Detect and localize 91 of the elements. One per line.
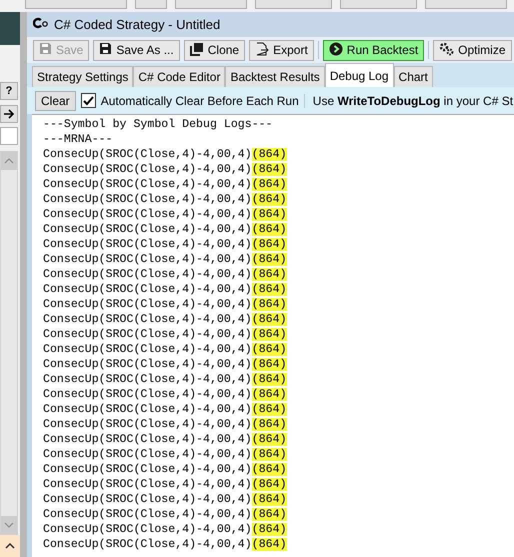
highlighted-count: (864) xyxy=(252,538,287,551)
scroll-down-icon xyxy=(4,522,14,528)
highlighted-count: (864) xyxy=(252,343,287,356)
log-text: ConsecUp(SROC(Close,4)-4,00,4) xyxy=(43,358,252,371)
toolbar-button[interactable] xyxy=(175,0,247,9)
highlighted-count: (864) xyxy=(252,238,287,251)
arrow-button[interactable] xyxy=(0,105,18,123)
log-text: ConsecUp(SROC(Close,4)-4,00,4) xyxy=(43,433,252,446)
log-text: ConsecUp(SROC(Close,4)-4,00,4) xyxy=(43,523,252,536)
highlighted-count: (864) xyxy=(252,298,287,311)
window-title: C# Coded Strategy - Untitled xyxy=(54,17,220,32)
log-text: ConsecUp(SROC(Close,4)-4,00,4) xyxy=(43,373,252,386)
highlighted-count: (864) xyxy=(252,508,287,521)
scroll-up-icon xyxy=(4,158,14,164)
highlighted-count: (864) xyxy=(252,223,287,236)
highlighted-count: (864) xyxy=(252,418,287,431)
gears-icon xyxy=(439,42,454,56)
log-text: ---MRNA--- xyxy=(43,133,113,146)
export-icon xyxy=(255,42,270,56)
highlighted-count: (864) xyxy=(252,328,287,341)
highlighted-count: (864) xyxy=(252,493,287,506)
log-text: ConsecUp(SROC(Close,4)-4,00,4) xyxy=(43,463,252,476)
log-text: ConsecUp(SROC(Close,4)-4,00,4) xyxy=(43,193,252,206)
log-text: ConsecUp(SROC(Close,4)-4,00,4) xyxy=(43,298,252,311)
highlighted-count: (864) xyxy=(252,148,287,161)
log-text: ConsecUp(SROC(Close,4)-4,00,4) xyxy=(43,538,252,551)
log-text: ConsecUp(SROC(Close,4)-4,00,4) xyxy=(43,343,252,356)
arrow-icon xyxy=(3,109,15,119)
toolbar-button[interactable] xyxy=(255,0,332,9)
checkbox[interactable] xyxy=(80,93,96,108)
panel-header xyxy=(0,12,20,45)
highlighted-count: (864) xyxy=(252,313,287,326)
highlighted-count: (864) xyxy=(252,253,287,266)
checkbox-label: Automatically Clear Before Each Run xyxy=(100,94,299,108)
log-text: ConsecUp(SROC(Close,4)-4,00,4) xyxy=(43,313,252,326)
play-circle-icon xyxy=(328,42,343,56)
log-text: ConsecUp(SROC(Close,4)-4,00,4) xyxy=(43,508,252,521)
tab[interactable]: Strategy Settings xyxy=(32,66,134,87)
highlighted-count: (864) xyxy=(252,178,287,191)
highlighted-count: (864) xyxy=(252,403,287,416)
input-field[interactable] xyxy=(0,127,18,145)
save-button[interactable]: Save As ... xyxy=(93,40,180,60)
highlighted-count: (864) xyxy=(252,463,287,476)
tab[interactable]: Backtest Results xyxy=(225,66,325,87)
clone-button[interactable]: Clone xyxy=(184,40,246,60)
clear-button[interactable]: Clear xyxy=(35,90,76,110)
highlighted-count: (864) xyxy=(252,208,287,221)
highlighted-count: (864) xyxy=(252,268,287,281)
toolbar-button[interactable] xyxy=(135,0,167,9)
tab[interactable]: Debug Log xyxy=(324,63,394,87)
highlighted-count: (864) xyxy=(252,373,287,386)
log-text: ConsecUp(SROC(Close,4)-4,00,4) xyxy=(43,178,252,191)
log-text: ConsecUp(SROC(Close,4)-4,00,4) xyxy=(43,388,252,401)
log-text: ConsecUp(SROC(Close,4)-4,00,4) xyxy=(43,223,252,236)
scrollbar[interactable] xyxy=(0,151,18,535)
log-text: ConsecUp(SROC(Close,4)-4,00,4) xyxy=(43,148,252,161)
highlighted-count: (864) xyxy=(252,358,287,371)
log-text: ConsecUp(SROC(Close,4)-4,00,4) xyxy=(43,478,252,491)
highlighted-count: (864) xyxy=(252,523,287,536)
log-text: ---Symbol by Symbol Debug Logs--- xyxy=(43,118,273,131)
log-text: ConsecUp(SROC(Close,4)-4,00,4) xyxy=(43,448,252,461)
log-text: ConsecUp(SROC(Close,4)-4,00,4) xyxy=(43,493,252,506)
hint-text: Use WriteToDebugLog in your C# St xyxy=(304,94,514,108)
help-button[interactable]: ? xyxy=(0,82,18,100)
log-text: ConsecUp(SROC(Close,4)-4,00,4) xyxy=(43,163,252,176)
log-text: ConsecUp(SROC(Close,4)-4,00,4) xyxy=(43,253,252,266)
highlighted-count: (864) xyxy=(252,283,287,296)
copy-icon xyxy=(190,42,204,56)
log-text: ConsecUp(SROC(Close,4)-4,00,4) xyxy=(43,208,252,221)
log-text: ConsecUp(SROC(Close,4)-4,00,4) xyxy=(43,328,252,341)
log-text: ConsecUp(SROC(Close,4)-4,00,4) xyxy=(43,268,252,281)
tab[interactable]: Chart xyxy=(394,66,433,87)
log-text: ConsecUp(SROC(Close,4)-4,00,4) xyxy=(43,238,252,251)
log-text: ConsecUp(SROC(Close,4)-4,00,4) xyxy=(43,283,252,296)
toolbar-button[interactable] xyxy=(340,0,417,9)
run-backtest-button[interactable]: Run Backtest xyxy=(322,40,424,60)
log-text: ConsecUp(SROC(Close,4)-4,00,4) xyxy=(43,418,252,431)
highlighted-count: (864) xyxy=(252,448,287,461)
toolbar-button[interactable] xyxy=(425,0,507,9)
highlighted-count: (864) xyxy=(252,163,287,176)
app-icon xyxy=(33,17,49,29)
optimize-button[interactable]: Optimize xyxy=(433,40,512,60)
highlighted-count: (864) xyxy=(252,433,287,446)
highlighted-count: (864) xyxy=(252,193,287,206)
highlighted-count: (864) xyxy=(252,478,287,491)
chevron-up-icon xyxy=(5,543,15,549)
export-button[interactable]: Export xyxy=(249,40,314,60)
log-text: ConsecUp(SROC(Close,4)-4,00,4) xyxy=(43,403,252,416)
highlighted-count: (864) xyxy=(252,388,287,401)
tab[interactable]: C# Code Editor xyxy=(133,66,226,87)
toolbar-button[interactable] xyxy=(25,0,127,9)
